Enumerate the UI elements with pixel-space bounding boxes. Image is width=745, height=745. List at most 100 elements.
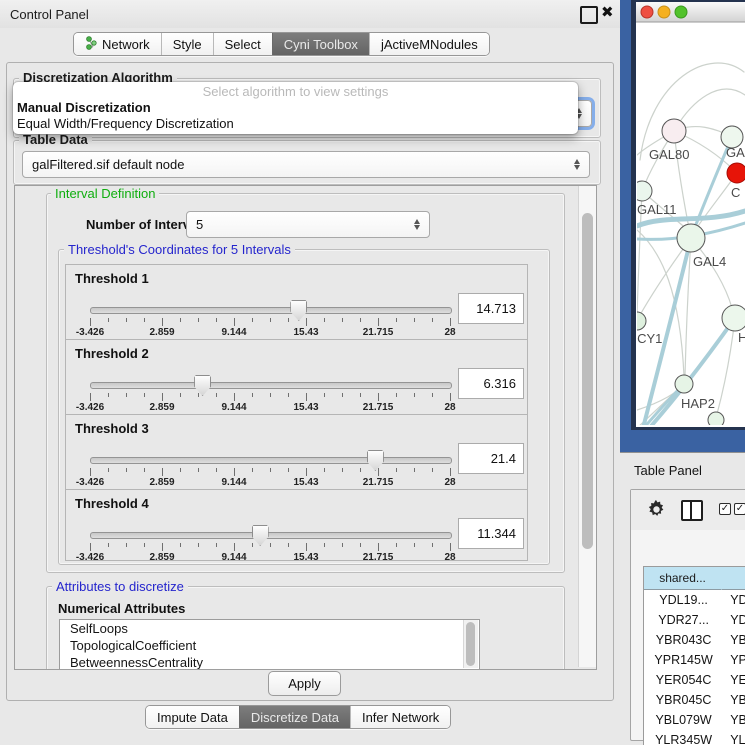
node-GCY1[interactable] bbox=[628, 312, 646, 330]
tab-infer-network[interactable]: Infer Network bbox=[350, 706, 450, 728]
slider-tick-label: 15.43 bbox=[293, 327, 318, 338]
dropdown-item-manual-discretization[interactable]: Manual Discretization bbox=[13, 100, 578, 116]
gear-icon[interactable] bbox=[647, 499, 667, 519]
network-icon bbox=[85, 36, 97, 53]
checkbox-icon-2[interactable]: ✓ bbox=[734, 503, 745, 515]
table-data-combobox[interactable]: galFiltered.sif default node bbox=[22, 151, 590, 178]
table-row[interactable]: YDL19...YDL1 bbox=[644, 590, 745, 610]
slider-tick-label: 28 bbox=[444, 327, 455, 338]
threshold-3-label: Threshold 3 bbox=[75, 421, 149, 436]
number-of-intervals-combobox[interactable]: 5 bbox=[186, 211, 430, 238]
threshold-1-label: Threshold 1 bbox=[75, 271, 149, 286]
control-panel-tabbar: Network Style Select Cyni Toolbox jActiv… bbox=[73, 32, 490, 56]
threshold-1-value-field[interactable] bbox=[458, 293, 524, 324]
threshold-2-value-field[interactable] bbox=[458, 368, 524, 399]
table-row[interactable]: YPR145WYPR1 bbox=[644, 650, 745, 670]
slider-tick-label: 15.43 bbox=[293, 552, 318, 563]
node-GAL4[interactable] bbox=[677, 224, 705, 252]
split-panel-icon[interactable] bbox=[681, 500, 703, 521]
table-row[interactable]: YLR345WYLR3 bbox=[644, 730, 745, 745]
mac-zoom-button[interactable] bbox=[675, 6, 687, 18]
tab-style[interactable]: Style bbox=[161, 33, 213, 55]
close-icon[interactable]: ✖ bbox=[601, 3, 614, 21]
table-browser: ✓ ✓ shared... na YDL19...YDL1YDR27...YDR… bbox=[630, 489, 745, 741]
mac-close-button[interactable] bbox=[641, 6, 653, 18]
numerical-attributes-list[interactable]: SelfLoopsTopologicalCoefficientBetweenne… bbox=[59, 619, 480, 670]
network-node-label: HAP2 bbox=[681, 396, 715, 411]
control-panel-title: Control Panel bbox=[10, 7, 89, 22]
node-table-header: shared... na bbox=[644, 567, 745, 590]
threshold-3-slider-track[interactable] bbox=[90, 457, 452, 464]
tab-select[interactable]: Select bbox=[213, 33, 272, 55]
tab-cyni-toolbox[interactable]: Cyni Toolbox bbox=[272, 33, 369, 55]
settings-scroll-viewport: Interval Definition Number of Intervals … bbox=[14, 185, 597, 670]
node-GAL80[interactable] bbox=[662, 119, 686, 143]
slider-tick-label: 2.859 bbox=[149, 327, 174, 338]
slider-tick-label: 28 bbox=[444, 402, 455, 413]
tab-network[interactable]: Network bbox=[74, 33, 161, 55]
attributes-group-title: Attributes to discretize bbox=[52, 580, 188, 593]
table-toolbar: ✓ ✓ bbox=[631, 490, 745, 530]
threshold-4-slider-track[interactable] bbox=[90, 532, 452, 539]
table-cell: YDL1 bbox=[724, 590, 745, 610]
column-header-shared[interactable]: shared... bbox=[644, 567, 722, 590]
slider-tick-label: 9.144 bbox=[221, 477, 246, 488]
slider-tick-label: -3.426 bbox=[76, 477, 104, 488]
list-item[interactable]: SelfLoops bbox=[60, 620, 479, 637]
node-H[interactable] bbox=[722, 305, 745, 331]
table-cell: YBR0 bbox=[724, 630, 745, 650]
node-HAP2[interactable] bbox=[675, 375, 693, 393]
table-row[interactable]: YBL079WYBL0 bbox=[644, 710, 745, 730]
list-item[interactable]: TopologicalCoefficient bbox=[60, 637, 479, 654]
slider-tick-label: 21.715 bbox=[363, 327, 394, 338]
table-cell: YBR043C bbox=[644, 630, 724, 650]
threshold-1-slider-track[interactable] bbox=[90, 307, 452, 314]
table-cell: YBL0 bbox=[724, 710, 745, 730]
table-row[interactable]: YBR045CYBR0 bbox=[644, 690, 745, 710]
table-row[interactable]: YDR27...YDR2 bbox=[644, 610, 745, 630]
tab-impute-data[interactable]: Impute Data bbox=[146, 706, 239, 728]
table-row[interactable]: YBR043CYBR0 bbox=[644, 630, 745, 650]
slider-tick-label: 15.43 bbox=[293, 402, 318, 413]
threshold-1-slider-thumb[interactable] bbox=[290, 300, 307, 321]
table-cell: YBL079W bbox=[644, 710, 724, 730]
table-cell: YPR1 bbox=[724, 650, 745, 670]
threshold-4-slider-thumb[interactable] bbox=[252, 525, 269, 546]
settings-scrollbar-thumb[interactable] bbox=[582, 213, 593, 549]
slider-tick-label: 15.43 bbox=[293, 477, 318, 488]
list-scrollbar[interactable] bbox=[463, 620, 478, 668]
list-item[interactable]: BetweennessCentrality bbox=[60, 654, 479, 670]
threshold-3-value-field[interactable] bbox=[458, 443, 524, 474]
threshold-1-panel: Threshold 1 -3.4262.8599.14415.4321.7152… bbox=[65, 264, 528, 340]
slider-tick-label: 21.715 bbox=[363, 477, 394, 488]
tab-discretize-data[interactable]: Discretize Data bbox=[239, 706, 350, 728]
table-panel-title: Table Panel bbox=[634, 463, 702, 478]
numerical-attributes-label: Numerical Attributes bbox=[58, 601, 185, 616]
threshold-4-panel: Threshold 4 -3.4262.8599.14415.4321.7152… bbox=[65, 489, 528, 561]
threshold-2-slider-thumb[interactable] bbox=[194, 375, 211, 396]
table-row[interactable]: YER054CYER0 bbox=[644, 670, 745, 690]
checkbox-icon-1[interactable]: ✓ bbox=[719, 503, 731, 515]
node-selected-red[interactable] bbox=[727, 163, 745, 183]
list-scrollbar-thumb[interactable] bbox=[466, 622, 475, 666]
combo-arrows-icon bbox=[569, 159, 585, 170]
column-header-name[interactable]: na bbox=[722, 567, 745, 590]
threshold-2-slider-track[interactable] bbox=[90, 382, 452, 389]
network-node-label: GAL4 bbox=[693, 254, 726, 269]
mac-minimize-button[interactable] bbox=[658, 6, 670, 18]
dropdown-item-equal-width-frequency[interactable]: Equal Width/Frequency Discretization bbox=[13, 116, 578, 132]
slider-tick-label: 2.859 bbox=[149, 402, 174, 413]
threshold-4-value-field[interactable] bbox=[458, 518, 524, 549]
threshold-3-slider-thumb[interactable] bbox=[367, 450, 384, 471]
settings-scrollbar[interactable] bbox=[578, 186, 596, 667]
apply-button[interactable]: Apply bbox=[268, 671, 341, 696]
network-node-label: C bbox=[731, 185, 740, 200]
threshold-2-panel: Threshold 2 -3.4262.8599.14415.4321.7152… bbox=[65, 339, 528, 415]
table-cell: YPR145W bbox=[644, 650, 724, 670]
float-window-icon[interactable] bbox=[580, 6, 598, 24]
slider-tick-label: 21.715 bbox=[363, 402, 394, 413]
dropdown-item-hint[interactable]: Select algorithm to view settings bbox=[13, 84, 578, 100]
slider-tick-label: -3.426 bbox=[76, 327, 104, 338]
screen: Control Panel ✖ Network Style Select Cyn… bbox=[0, 0, 745, 745]
tab-jactivemnodules[interactable]: jActiveMNodules bbox=[369, 33, 489, 55]
